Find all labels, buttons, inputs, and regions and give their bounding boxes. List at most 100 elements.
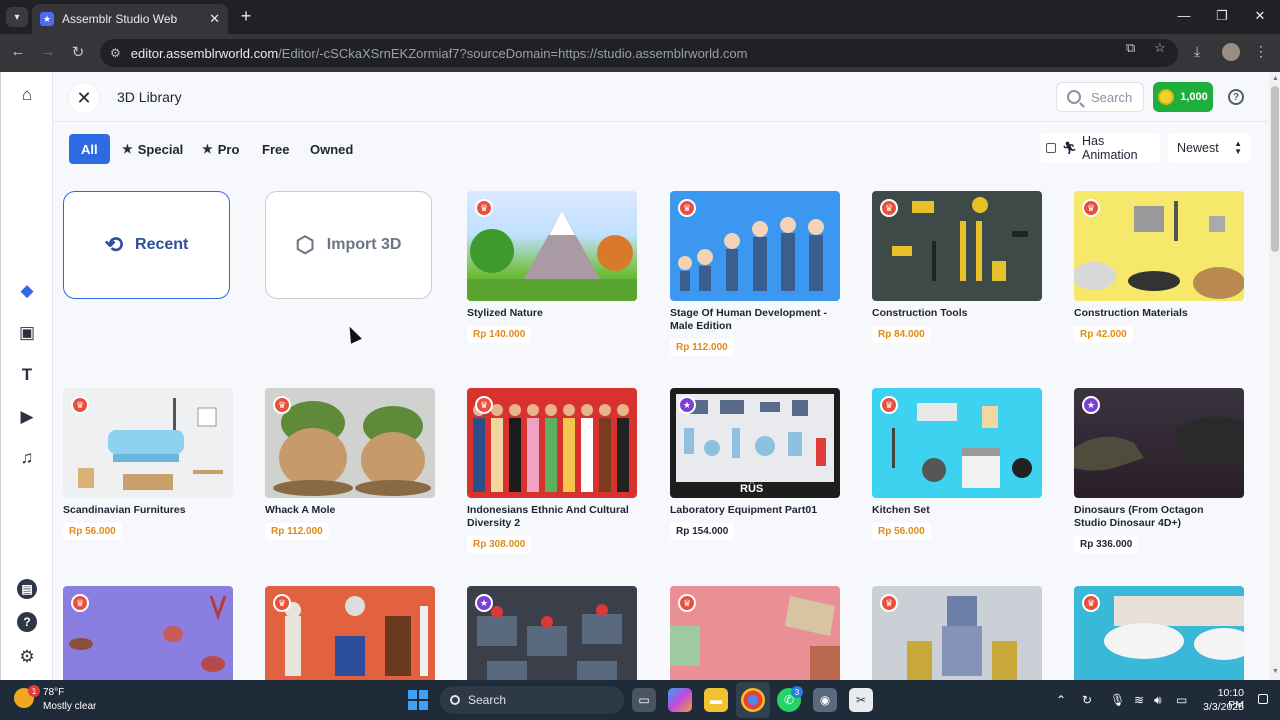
tab-search-menu-button[interactable]: ▾ <box>6 7 28 27</box>
tab-all[interactable]: All <box>69 134 110 164</box>
search-button[interactable]: Search <box>1056 82 1144 112</box>
install-app-icon[interactable]: ⧉ <box>1126 40 1135 56</box>
clock-date[interactable]: 3/3/2025 <box>1202 701 1244 713</box>
chrome-icon[interactable] <box>741 688 765 712</box>
item-thumbnail: ♛ <box>1074 586 1244 680</box>
image-icon[interactable]: ▣ <box>15 321 39 345</box>
video-play-icon[interactable]: ▶ <box>15 405 39 429</box>
star-icon: ★ <box>202 142 213 156</box>
library-item-card[interactable]: ♛ Whack A Mole Rp 112.000 <box>265 388 435 540</box>
url-path: /Editor/-cSCkaXSrnEKZormiaf7?sourceDomai… <box>278 45 748 61</box>
scroll-thumb[interactable] <box>1271 86 1279 252</box>
library-item-card[interactable]: ♛ <box>63 586 233 680</box>
has-animation-filter[interactable]: 🏃︎ Has Animation <box>1040 133 1160 163</box>
library-item-card[interactable]: ♛ <box>1074 586 1244 680</box>
text-icon[interactable]: T <box>15 363 39 387</box>
filter-bar: All ★ Special ★ Pro Free Owned 🏃︎ Has Anim… <box>53 122 1269 178</box>
maximize-button[interactable]: ❐ <box>1214 8 1230 24</box>
item-name: Stage Of Human Development - Male Editio… <box>670 307 827 332</box>
weather-description: Mostly clear <box>43 701 97 712</box>
library-item-card[interactable]: ♛ <box>265 586 435 680</box>
import-3d-button[interactable]: ⬡ Import 3D <box>265 191 432 299</box>
wifi-icon[interactable]: ≋ <box>1134 693 1144 707</box>
taskbar-search[interactable]: Search <box>440 686 624 714</box>
battery-icon[interactable]: ▭ <box>1176 693 1187 707</box>
coin-balance: 1,000 <box>1180 91 1208 103</box>
weather-notification-badge: 1 <box>28 685 40 697</box>
pro-crown-icon: ♛ <box>475 199 493 217</box>
library-item-card[interactable]: ♛ Stage Of Human Development - Male Edit… <box>670 191 840 356</box>
task-view-icon[interactable]: ▭ <box>632 688 656 712</box>
chrome-menu-icon[interactable]: ⋮ <box>1254 43 1268 60</box>
sort-value: Newest <box>1177 141 1219 155</box>
copilot-icon[interactable] <box>668 688 692 712</box>
library-item-card[interactable]: ♛ <box>670 586 840 680</box>
home-icon[interactable]: ⌂ <box>15 83 39 107</box>
sync-icon[interactable]: ↻ <box>1082 693 1092 707</box>
tab-close-icon[interactable]: ✕ <box>209 11 220 27</box>
tab-free[interactable]: Free <box>250 134 301 164</box>
page-scrollbar[interactable]: ▲ ▼ <box>1269 72 1280 680</box>
tab-pro-label: Pro <box>217 141 240 157</box>
notification-icon[interactable] <box>1258 694 1268 704</box>
volume-icon[interactable]: 🔊︎ <box>1154 693 1162 708</box>
tab-pro[interactable]: ★ Pro <box>190 134 251 164</box>
library-item-card[interactable]: ♛ Construction Tools Rp 84.000 <box>872 191 1042 343</box>
address-bar[interactable]: ⚙ editor.assemblrworld.com/Editor/-cSCka… <box>100 39 1178 67</box>
sort-dropdown[interactable]: Newest ▲ ▼ <box>1168 133 1251 163</box>
file-explorer-icon[interactable]: ▬ <box>704 688 728 712</box>
library-item-card[interactable]: ♛ <box>872 586 1042 680</box>
library-item-card[interactable]: ★ Dinosaurs (From Octagon Studio Dinosau… <box>1074 388 1244 553</box>
profile-avatar[interactable] <box>1222 43 1240 61</box>
camera-icon[interactable]: ◉ <box>813 688 837 712</box>
item-name: Construction Materials <box>1074 307 1188 319</box>
library-item-card[interactable]: ♛ Indonesians Ethnic And Cultural Divers… <box>467 388 637 553</box>
special-star-icon: ★ <box>475 594 493 612</box>
downloads-icon[interactable]: ⤓ <box>1194 43 1200 60</box>
snipping-tool-icon[interactable]: ✂ <box>849 688 873 712</box>
microphone-icon[interactable]: 🎙︎ <box>1110 693 1125 707</box>
library-item-card[interactable]: ♛ Scandinavian Furnitures Rp 56.000 <box>63 388 233 540</box>
pro-crown-icon: ♛ <box>1082 594 1100 612</box>
music-note-icon[interactable]: ♫ <box>15 446 39 470</box>
tray-chevron-icon[interactable]: ⌃ <box>1056 693 1066 707</box>
weather-temperature: 78°F <box>43 687 65 698</box>
site-info-icon[interactable]: ⚙ <box>110 46 121 60</box>
book-icon[interactable]: ▤ <box>15 577 39 601</box>
scroll-down-arrow-icon[interactable]: ▼ <box>1272 668 1279 675</box>
tab-special[interactable]: ★ Special <box>110 134 195 164</box>
pro-crown-icon: ♛ <box>71 396 89 414</box>
whatsapp-badge: 3 <box>791 686 803 698</box>
url-host: editor.assemblrworld.com <box>130 45 279 61</box>
scroll-up-arrow-icon[interactable]: ▲ <box>1272 75 1279 82</box>
3d-object-cube-icon[interactable]: ◆ <box>15 279 39 303</box>
library-item-card[interactable]: RÜS ★ Laboratory Equipment Part01 Rp 154… <box>670 388 840 540</box>
coin-balance-button[interactable]: 1,000 <box>1153 82 1213 112</box>
tab-owned[interactable]: Owned <box>298 134 365 164</box>
library-item-card[interactable]: ♛ Kitchen Set Rp 56.000 <box>872 388 1042 540</box>
library-item-card[interactable]: ♛ Construction Materials Rp 42.000 <box>1074 191 1244 343</box>
has-animation-label: Has Animation <box>1081 134 1138 162</box>
help-icon[interactable]: ? <box>1228 89 1244 105</box>
close-library-button[interactable]: ✕ <box>69 83 99 113</box>
recent-button[interactable]: ⟲ Recent <box>63 191 230 299</box>
windows-start-icon[interactable] <box>408 690 428 710</box>
help-circle-icon[interactable]: ? <box>15 610 39 634</box>
item-thumbnail: RÜS ★ <box>670 388 840 498</box>
forward-button[interactable]: → <box>38 43 58 60</box>
settings-gear-icon[interactable]: ⚙ <box>15 645 39 669</box>
item-thumbnail: ♛ <box>63 388 233 498</box>
new-tab-button[interactable]: + <box>236 6 256 27</box>
pro-crown-icon: ♛ <box>880 199 898 217</box>
back-button[interactable]: ← <box>8 43 28 60</box>
has-animation-checkbox[interactable] <box>1046 143 1056 153</box>
library-item-card[interactable]: ♛ Stylized Nature Rp 140.000 <box>467 191 637 343</box>
item-thumbnail: ★ <box>467 586 637 680</box>
minimize-button[interactable]: — <box>1176 8 1192 23</box>
window-close-button[interactable]: ✕ <box>1252 8 1268 24</box>
library-item-card[interactable]: ★ <box>467 586 637 680</box>
browser-tab[interactable]: ★ Assemblr Studio Web ✕ <box>32 4 228 34</box>
reload-button[interactable]: ↻ <box>68 43 88 61</box>
bookmark-star-icon[interactable]: ☆ <box>1154 40 1166 56</box>
item-price: Rp 140.000 <box>467 326 532 343</box>
